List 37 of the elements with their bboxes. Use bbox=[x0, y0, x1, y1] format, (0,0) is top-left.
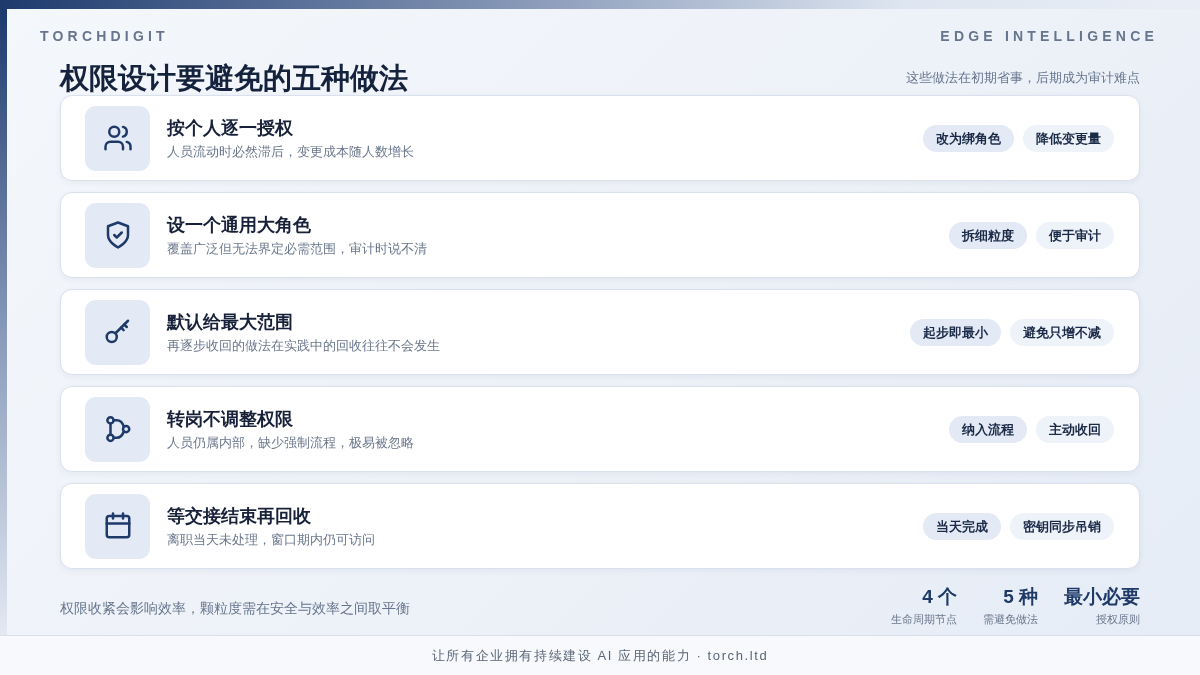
stat-label: 授权原则 bbox=[1096, 612, 1140, 626]
card-title: 转岗不调整权限 bbox=[167, 407, 293, 431]
card-title: 设一个通用大角色 bbox=[167, 213, 311, 237]
card-title: 默认给最大范围 bbox=[167, 310, 293, 334]
footer-note: 权限收紧会影响效率，颗粒度需在安全与效率之间取平衡 bbox=[60, 599, 410, 618]
footer-slogan: 让所有企业拥有持续建设 AI 应用的能力 · torch.ltd bbox=[431, 646, 769, 665]
tag: 纳入流程 bbox=[949, 415, 1027, 443]
stat-value: 最小必要 bbox=[1064, 586, 1140, 608]
tag: 降低变更量 bbox=[1023, 124, 1114, 152]
tag: 拆细粒度 bbox=[949, 221, 1027, 249]
slide-subtitle: 这些做法在初期省事，后期成为审计难点 bbox=[906, 69, 1140, 87]
card-description: 人员仍属内部，缺少强制流程，极易被忽略 bbox=[167, 433, 414, 452]
shield-check-icon bbox=[85, 202, 150, 268]
tag: 改为绑角色 bbox=[923, 124, 1014, 152]
brand-tagline: EDGE INTELLIGENCE bbox=[940, 27, 1158, 45]
card-description: 再逐步收回的做法在实践中的回收往往不会发生 bbox=[167, 336, 440, 355]
card-title: 按个人逐一授权 bbox=[167, 116, 293, 140]
calendar-icon bbox=[85, 493, 150, 559]
stat-label: 需避免做法 bbox=[983, 612, 1038, 626]
brand-name: TORCHDIGIT bbox=[40, 27, 169, 45]
tag: 密钥同步吊销 bbox=[1010, 512, 1114, 540]
key-icon bbox=[85, 299, 150, 365]
tag: 当天完成 bbox=[923, 512, 1001, 540]
tag: 起步即最小 bbox=[910, 318, 1001, 346]
card-title: 等交接结束再回收 bbox=[167, 504, 311, 528]
tag: 避免只增不减 bbox=[1010, 318, 1114, 346]
tag: 便于审计 bbox=[1036, 221, 1114, 249]
slide-title: 权限设计要避免的五种做法 bbox=[60, 62, 408, 95]
stat-label: 生命周期节点 bbox=[891, 612, 957, 626]
stat-value: 5 种 bbox=[1003, 586, 1038, 608]
tag: 主动收回 bbox=[1036, 415, 1114, 443]
card-description: 人员流动时必然滞后，变更成本随人数增长 bbox=[167, 142, 414, 161]
card-description: 覆盖广泛但无法界定必需范围，审计时说不清 bbox=[167, 239, 427, 258]
stat-value: 4 个 bbox=[922, 586, 957, 608]
users-icon bbox=[85, 105, 150, 171]
branch-icon bbox=[85, 396, 150, 462]
card-description: 离职当天未处理，窗口期内仍可访问 bbox=[167, 530, 375, 549]
